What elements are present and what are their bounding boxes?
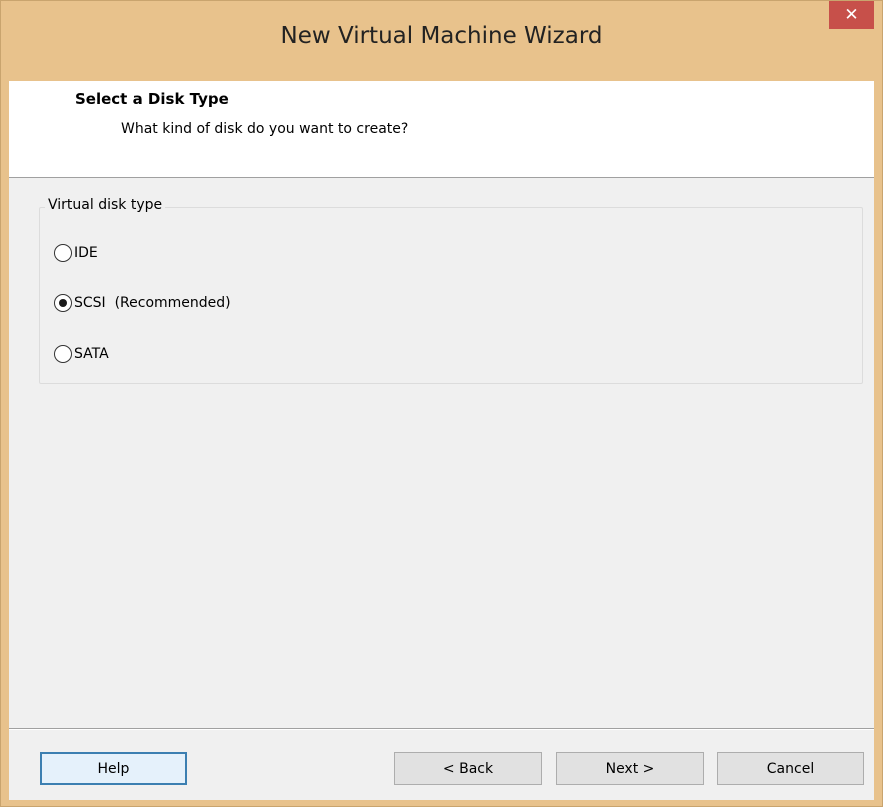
radio-sata-button[interactable]	[54, 345, 72, 363]
close-icon: ✕	[844, 5, 859, 25]
radio-scsi-button[interactable]	[54, 294, 72, 312]
help-button[interactable]: Help	[40, 752, 187, 785]
cancel-button[interactable]: Cancel	[717, 752, 864, 785]
radio-sata[interactable]: SATA	[54, 342, 109, 366]
footer-divider	[9, 728, 874, 730]
window-title: New Virtual Machine Wizard	[280, 23, 603, 49]
disk-type-group-label: Virtual disk type	[45, 197, 166, 213]
next-button[interactable]: Next >	[556, 752, 704, 785]
back-button[interactable]: < Back	[394, 752, 542, 785]
radio-ide-button[interactable]	[54, 244, 72, 262]
title-bar[interactable]: New Virtual Machine Wizard ✕	[1, 1, 882, 81]
wizard-window: New Virtual Machine Wizard ✕ Select a Di…	[0, 0, 883, 807]
radio-scsi-label[interactable]: SCSI (Recommended)	[74, 295, 231, 311]
page-subtitle: What kind of disk do you want to create?	[121, 121, 409, 137]
radio-scsi[interactable]: SCSI (Recommended)	[54, 291, 231, 315]
wizard-body: Select a Disk Type What kind of disk do …	[9, 81, 874, 800]
radio-ide[interactable]: IDE	[54, 241, 98, 265]
close-button[interactable]: ✕	[829, 1, 874, 29]
radio-sata-label[interactable]: SATA	[74, 346, 109, 362]
wizard-header: Select a Disk Type What kind of disk do …	[9, 81, 874, 178]
page-title: Select a Disk Type	[75, 90, 229, 108]
radio-ide-label[interactable]: IDE	[74, 245, 98, 261]
